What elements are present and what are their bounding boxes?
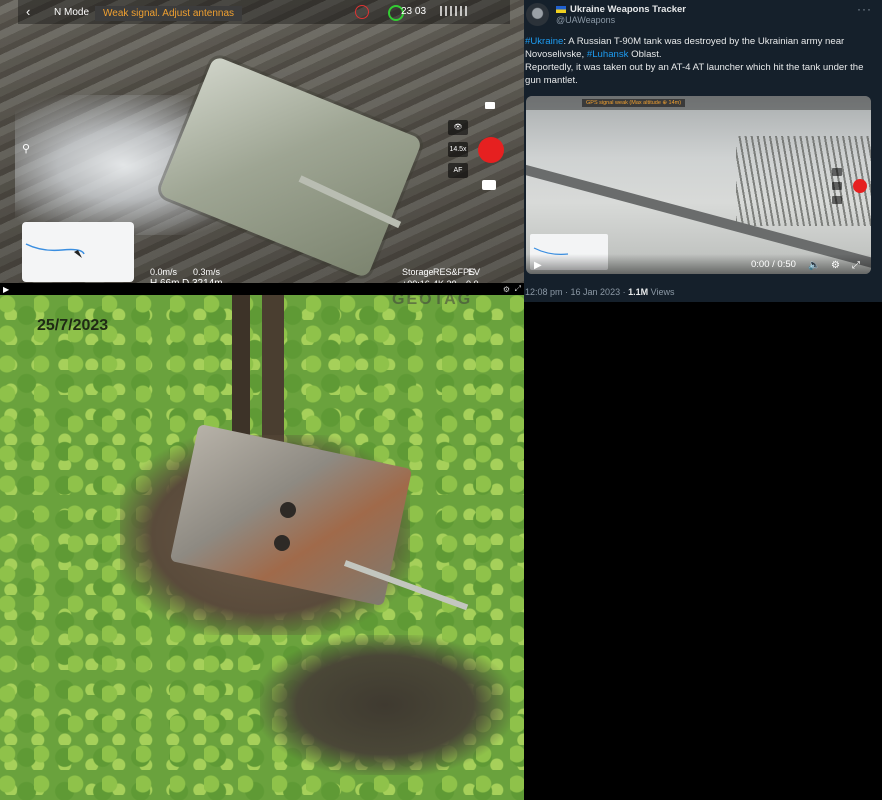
- record-button: [853, 179, 867, 193]
- drone-top-bar: [526, 96, 871, 110]
- tweet-video[interactable]: GPS signal weak (Max altitude ⊕ 14m) ▶ 0…: [526, 96, 871, 274]
- autofocus-button: [832, 196, 842, 204]
- zoom-indicator: [832, 182, 842, 190]
- views-label: Views: [650, 287, 675, 297]
- tweet-text: #Ukraine: A Russian T-90M tank was destr…: [525, 36, 864, 86]
- account-handle[interactable]: @UAWeapons: [556, 15, 615, 25]
- hashtag-ukraine[interactable]: #Ukraine: [525, 36, 563, 47]
- trench: [262, 295, 284, 445]
- settings-icon[interactable]: [485, 102, 495, 109]
- drone-top-bar: [18, 0, 510, 24]
- hashtag-luhansk[interactable]: #Luhansk: [587, 49, 629, 60]
- field-aerial-photo: 25/7/2023 GEOTAG: [0, 295, 524, 800]
- flight-mode: N Mode: [54, 7, 90, 18]
- play-icon[interactable]: ▶: [534, 260, 542, 271]
- minimap[interactable]: [22, 222, 134, 282]
- signal-warning: Weak signal. Adjust antennas: [95, 6, 243, 21]
- tweet-metadata: 12:08 pm · 16 Jan 2023 · 1.1M Views: [525, 287, 675, 297]
- back-chevron-icon[interactable]: ‹: [26, 4, 30, 19]
- account-name[interactable]: Ukraine Weapons Tracker: [556, 4, 686, 15]
- scorched-ground: [260, 635, 510, 775]
- signal-strength-icon: [440, 6, 470, 16]
- fullscreen-icon[interactable]: ⤢: [852, 260, 860, 271]
- zoom-indicator[interactable]: 14.5x: [448, 142, 468, 157]
- tweet-card: Ukraine Weapons Tracker @UAWeapons ··· #…: [524, 0, 882, 302]
- video-control-bar: [0, 283, 524, 295]
- speed-vertical: 0.3m/s: [193, 267, 221, 277]
- record-status-icon: [355, 5, 369, 19]
- ukraine-flag-icon: [556, 5, 566, 13]
- play-icon[interactable]: ▶: [3, 285, 9, 294]
- post-date[interactable]: 16 Jan 2023: [571, 287, 621, 297]
- tree-line: [736, 136, 871, 226]
- more-options-icon[interactable]: ···: [857, 2, 872, 16]
- record-button[interactable]: [478, 137, 504, 163]
- tank-hatch: [274, 535, 290, 551]
- settings-gear-icon[interactable]: ⚙: [831, 260, 840, 271]
- ev-label: EV: [468, 267, 481, 277]
- settings-gear-icon[interactable]: ⚙: [503, 285, 510, 294]
- drone-video-frame: ‹ N Mode Weak signal. Adjust antennas 23…: [0, 0, 524, 295]
- camera-mode-icon[interactable]: [482, 180, 496, 190]
- flight-path: [25, 243, 85, 258]
- gps-warning: GPS signal weak (Max altitude ⊕ 14m): [582, 99, 686, 107]
- autofocus-button[interactable]: AF: [448, 163, 468, 178]
- date-stamp: 25/7/2023: [37, 317, 109, 334]
- fullscreen-icon[interactable]: ⤢: [515, 284, 521, 294]
- binoculars-icon[interactable]: 👁: [448, 120, 468, 135]
- flight-time: 23 03: [401, 6, 427, 17]
- tank-hatch: [280, 502, 296, 518]
- views-count: 1.1M: [628, 287, 649, 297]
- watermark: GEOTAG: [392, 295, 473, 308]
- video-time: 0:00 / 0:50: [751, 259, 796, 270]
- speed-horizontal: 0.0m/s: [150, 267, 178, 277]
- avatar[interactable]: [526, 3, 549, 26]
- binoculars-icon: [832, 168, 842, 176]
- post-time[interactable]: 12:08 pm: [525, 287, 563, 297]
- volume-icon[interactable]: 🔈: [808, 260, 820, 271]
- person-icon: ⚲: [22, 143, 31, 155]
- storage-label: Storage: [402, 267, 434, 277]
- trench: [232, 295, 250, 445]
